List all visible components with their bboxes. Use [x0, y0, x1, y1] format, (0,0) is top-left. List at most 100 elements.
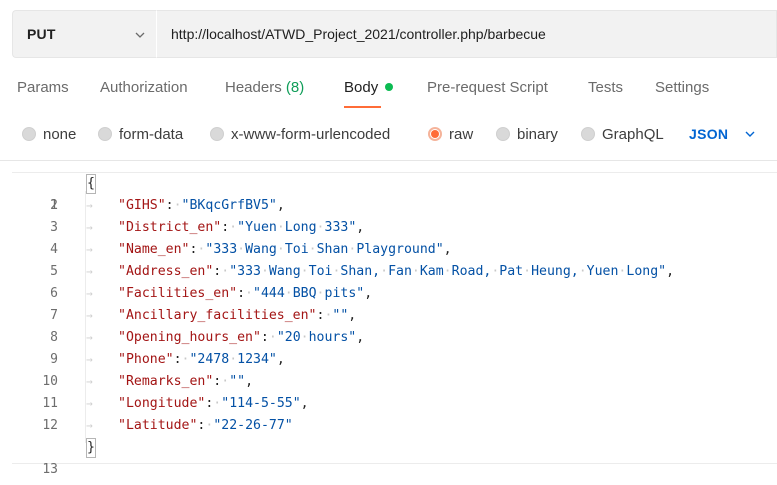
whitespace-dot: · [173, 198, 182, 213]
colon: : [221, 220, 230, 235]
body-active-dot [385, 83, 394, 91]
code-line: 5 → "Address_en":·"333·Wang·Toi·Shan,·Fan·… [12, 261, 777, 283]
tab-pre-request-script[interactable]: Pre-request Script [427, 70, 548, 106]
whitespace-dot: · [221, 264, 230, 279]
whitespace-dot: · [300, 264, 309, 279]
code-text: "Latitude":·"22-26-77" [118, 415, 293, 437]
code-line: 1 { [12, 173, 777, 213]
code-editor[interactable]: 1 { 2 → "GIHS":·"BKqcGrfBV5", 3 → "District_e… [12, 172, 777, 477]
colon: : [237, 286, 246, 301]
method-select[interactable]: PUT [12, 10, 156, 58]
tab-tests[interactable]: Tests [588, 70, 623, 106]
tab-arrow-icon: → [86, 353, 93, 366]
whitespace-dot: · [316, 220, 325, 235]
tab-body[interactable]: Body [344, 70, 394, 106]
tab-arrow-icon: → [86, 199, 93, 212]
code-text: { [86, 173, 96, 195]
radio-raw[interactable]: raw [428, 120, 473, 148]
line-number: 4 [50, 242, 58, 257]
tab-arrow-icon: → [86, 419, 93, 432]
json-value: "444·BBQ·pits" [253, 286, 365, 301]
whitespace-dot: · [276, 242, 285, 257]
section-divider [0, 160, 777, 161]
radio-none[interactable]: none [22, 120, 76, 148]
json-key: "GIHS" [118, 198, 166, 213]
whitespace-dot: · [229, 352, 238, 367]
whitespace-dot: · [308, 242, 317, 257]
tab-authorization[interactable]: Authorization [100, 70, 188, 106]
json-key: "Latitude" [118, 418, 198, 433]
whitespace-dot: · [380, 264, 389, 279]
line-number: 2 [50, 198, 58, 213]
json-key: "Phone" [118, 352, 174, 367]
open-brace: { [86, 174, 96, 194]
whitespace-dot: · [411, 264, 420, 279]
comma: , [443, 242, 452, 257]
json-key: "Address_en" [118, 264, 214, 279]
code-line: 9 → "Phone": ·"2478·1234", [12, 349, 777, 371]
tab-headers[interactable]: Headers (8) [225, 70, 304, 106]
json-key: "District_en" [118, 220, 222, 235]
comma: , [276, 198, 285, 213]
line-number: 6 [50, 286, 58, 301]
tab-label: Tests [588, 79, 624, 96]
code-text: "GIHS":·"BKqcGrfBV5", [118, 195, 285, 217]
code-line: 10 → "Remarks_en":·"", [12, 371, 777, 393]
tab-label: Settings [655, 79, 710, 96]
radio-graphql[interactable]: GraphQL [581, 120, 664, 148]
code-text: "District_en": ·"Yuen·Long·333", [118, 217, 364, 239]
active-tab-indicator [344, 106, 381, 108]
radio-circle [496, 127, 510, 141]
code-line: 3 → "District_en":·"Yuen·Long·333", [12, 217, 777, 239]
whitespace-dot: · [316, 286, 325, 301]
tab-label: Body [344, 79, 379, 96]
whitespace-dot: · [284, 286, 293, 301]
headers-count-badge: (8) [285, 79, 305, 96]
tab-label: Params [17, 79, 69, 96]
comma: , [356, 220, 365, 235]
comma: , [364, 286, 373, 301]
whitespace-dot: · [300, 330, 309, 345]
tab-arrow-icon: → [86, 243, 93, 256]
request-tabs: Params Authorization Headers (8) Body Pr… [0, 70, 777, 110]
chevron-down-icon [135, 32, 145, 38]
line-number: 9 [50, 352, 58, 367]
whitespace-dot: · [268, 330, 277, 345]
whitespace-dot: · [618, 264, 627, 279]
radio-circle [22, 127, 36, 141]
request-bar: PUT http://localhost/ATWD_Project_2021/c… [12, 10, 777, 58]
line-number: 3 [50, 220, 58, 235]
radio-label: binary [517, 125, 558, 143]
code-text: "Longitude":·"114-5-55", [118, 393, 309, 415]
radio-binary[interactable]: binary [496, 120, 558, 148]
radio-form-data[interactable]: form-data [98, 120, 183, 148]
tab-settings[interactable]: Settings [655, 70, 709, 106]
comma: , [356, 330, 365, 345]
json-key: "Remarks_en" [118, 374, 214, 389]
json-value: "333·Wang·Toi·Shan·Playground" [205, 242, 444, 257]
code-line: 12 → "Latitude":·"22-26-77" [12, 415, 777, 437]
code-line: 2 → "GIHS":·"BKqcGrfBV5", [12, 195, 777, 217]
json-value: "333·Wang·Toi·Shan,·Fan·Kam·Road,·Pat·He… [229, 264, 667, 279]
method-label: PUT [27, 26, 56, 42]
tab-params[interactable]: Params [17, 70, 69, 106]
whitespace-dot: · [260, 264, 269, 279]
comma: , [245, 374, 254, 389]
language-select[interactable]: JSON [689, 120, 756, 148]
tab-arrow-icon: → [86, 309, 93, 322]
code-line: 11 → "Longitude":·"114-5-55", [12, 393, 777, 415]
radio-x-www-form-urlencoded[interactable]: x-www-form-urlencoded [210, 120, 390, 148]
json-value: "Yuen·Long·333" [237, 220, 357, 235]
whitespace-dot: · [523, 264, 532, 279]
line-number: 11 [42, 396, 58, 411]
line-number: 12 [42, 418, 58, 433]
json-key: "Ancillary_facilities_en" [118, 308, 317, 323]
code-text: "Phone": ·"2478·1234", [118, 349, 285, 371]
code-text: "Facilities_en":·"444·BBQ·pits", [118, 283, 372, 305]
close-brace: } [86, 438, 96, 458]
url-input[interactable]: http://localhost/ATWD_Project_2021/contr… [156, 10, 777, 58]
line-number: 8 [50, 330, 58, 345]
line-number: 10 [42, 374, 58, 389]
json-value: "" [229, 374, 246, 389]
tab-arrow-icon: → [86, 331, 93, 344]
